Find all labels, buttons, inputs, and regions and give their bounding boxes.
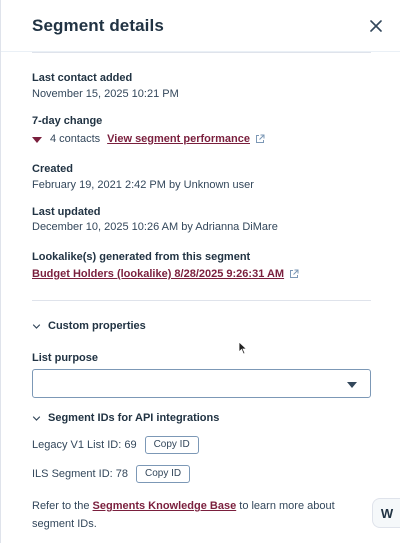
segment-ids-toggle[interactable]: Segment IDs for API integrations [32, 412, 219, 424]
seven-day-change-label: 7-day change [32, 115, 103, 127]
widget-logo: W [380, 505, 394, 521]
decrease-triangle-icon [32, 136, 42, 143]
lookalike-label: Lookalike(s) generated from this segment [32, 251, 251, 263]
external-link-icon [256, 134, 265, 143]
section-divider [32, 300, 371, 301]
kb-prefix: Refer to the [32, 500, 93, 512]
segment-details-panel: Segment details Last contact added Novem… [0, 0, 400, 543]
mouse-pointer-icon [238, 341, 248, 355]
created-value: February 19, 2021 2:42 PM by Unknown use… [32, 179, 254, 191]
created-label: Created [32, 163, 73, 175]
last-updated-label: Last updated [32, 206, 101, 218]
legacy-id-label: Legacy V1 List ID: 69 [32, 439, 137, 451]
last-updated-value: December 10, 2025 10:26 AM by Adrianna D… [32, 221, 278, 233]
panel-header: Segment details [1, 0, 400, 52]
close-icon[interactable] [367, 17, 385, 35]
ils-id-row: ILS Segment ID: 78 Copy ID [32, 465, 191, 483]
knowledge-base-text: Refer to the Segments Knowledge Base to … [32, 497, 352, 533]
list-purpose-label: List purpose [32, 352, 99, 364]
ils-id-label: ILS Segment ID: 78 [32, 468, 128, 480]
segments-knowledge-base-link[interactable]: Segments Knowledge Base [93, 500, 237, 512]
copy-ils-id-button[interactable]: Copy ID [136, 465, 191, 483]
legacy-id-row: Legacy V1 List ID: 69 Copy ID [32, 436, 199, 454]
caret-down-icon [347, 382, 357, 388]
seven-day-change-row: 4 contacts View segment performance [32, 132, 265, 146]
contacts-count: 4 contacts [50, 133, 101, 145]
segment-ids-label: Segment IDs for API integrations [48, 412, 220, 424]
assistant-widget-button[interactable]: W [372, 498, 400, 528]
lookalike-segment-link[interactable]: Budget Holders (lookalike) 8/28/2025 9:2… [32, 268, 284, 280]
view-segment-performance-link[interactable]: View segment performance [107, 133, 250, 145]
custom-properties-toggle[interactable]: Custom properties [32, 320, 146, 332]
lookalike-row: Budget Holders (lookalike) 8/28/2025 9:2… [32, 268, 299, 280]
panel-title: Segment details [32, 16, 164, 35]
last-contact-added-label: Last contact added [32, 72, 133, 84]
custom-properties-label: Custom properties [48, 320, 146, 332]
chevron-down-icon [32, 415, 41, 421]
top-divider [32, 52, 371, 53]
last-contact-added-value: November 15, 2025 10:21 PM [32, 88, 179, 100]
list-purpose-select[interactable] [32, 369, 371, 398]
external-link-icon [290, 269, 299, 278]
copy-legacy-id-button[interactable]: Copy ID [144, 436, 199, 454]
chevron-down-icon [32, 323, 41, 329]
